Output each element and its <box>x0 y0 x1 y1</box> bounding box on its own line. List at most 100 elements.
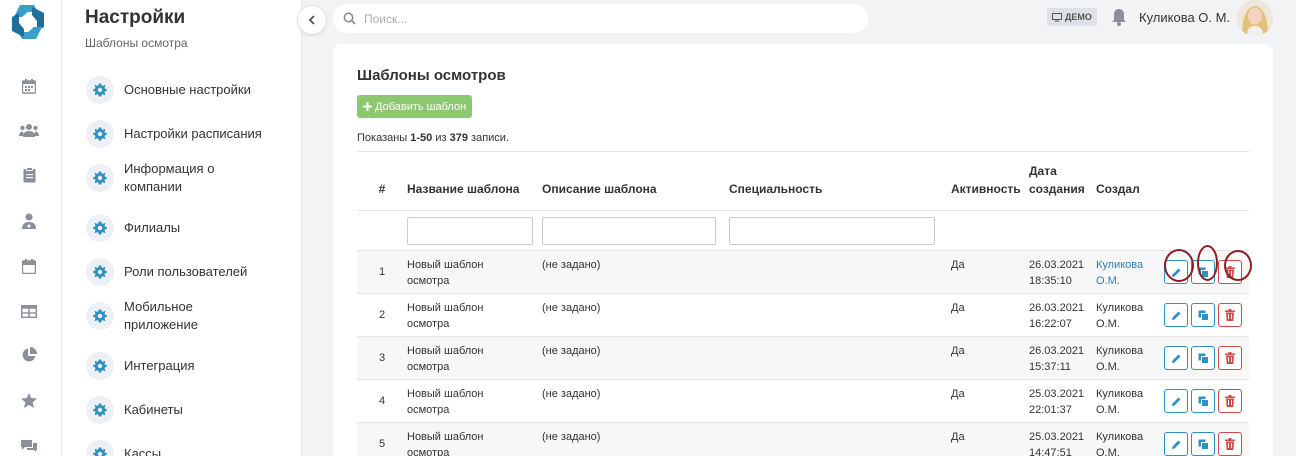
edit-button[interactable] <box>1164 260 1188 284</box>
column-header-active[interactable]: Активность <box>951 162 1029 211</box>
bell-icon[interactable] <box>1111 8 1127 29</box>
delete-button[interactable] <box>1218 346 1242 370</box>
filter-description-input[interactable] <box>542 216 716 245</box>
filter-cell-empty <box>951 210 1029 251</box>
pencil-icon <box>1171 268 1180 277</box>
filter-cell-empty <box>1164 210 1249 251</box>
trash-icon <box>1225 438 1235 450</box>
summary-suffix: записи. <box>467 132 510 144</box>
demo-label: ДЕМО <box>1065 12 1092 22</box>
user-name[interactable]: Куликова О. М. <box>1139 10 1230 25</box>
cell-active: Да <box>951 422 1029 456</box>
edit-button[interactable] <box>1164 389 1188 413</box>
cell-specialty <box>729 293 951 337</box>
pencil-icon <box>1171 311 1180 320</box>
chat-icon[interactable] <box>19 436 39 456</box>
filter-row <box>357 210 1249 251</box>
column-header-name[interactable]: Название шаблона <box>407 162 542 211</box>
cell-created: 26.03.2021 18:35:10 <box>1029 250 1096 294</box>
filter-name-input[interactable] <box>407 216 533 245</box>
filter-specialty-input[interactable] <box>729 216 936 245</box>
collapse-sidebar-button[interactable] <box>297 5 327 35</box>
sidebar-item[interactable]: Информация о компании <box>86 160 286 196</box>
clipboard-icon[interactable] <box>19 165 39 185</box>
calendar-icon[interactable] <box>19 76 39 96</box>
cell-specialty <box>729 250 951 294</box>
column-header-num[interactable]: # <box>357 162 407 211</box>
cell-specialty <box>729 422 951 456</box>
cell-created: 25.03.2021 22:01:37 <box>1029 379 1096 423</box>
cell-author: Куликова О.М. <box>1096 336 1164 380</box>
cell-actions <box>1164 250 1249 294</box>
gear-icon <box>86 120 114 148</box>
search-input[interactable] <box>364 11 844 26</box>
copy-button[interactable] <box>1191 303 1215 327</box>
sidebar-item[interactable]: Роли пользователей <box>86 258 286 286</box>
gear-icon <box>86 396 114 424</box>
cell-num: 2 <box>357 293 407 337</box>
table-row: 1 Новый шаблон осмотра (не задано) Да 26.03.… <box>357 250 1249 294</box>
column-header-created[interactable]: Дата создания <box>1029 162 1096 211</box>
app-logo-icon[interactable] <box>8 3 48 41</box>
cell-description: (не задано) <box>542 293 729 337</box>
sidebar-item[interactable]: Интеграция <box>86 352 286 380</box>
author-link: Куликова О.М. <box>1096 431 1144 456</box>
trash-icon <box>1225 266 1235 278</box>
table-row: 3 Новый шаблон осмотра (не задано) Да 26.03.… <box>357 336 1249 380</box>
cell-author: Куликова О.М. <box>1096 250 1164 294</box>
author-link[interactable]: Куликова О.М. <box>1096 259 1143 287</box>
sidebar-item[interactable]: Кабинеты <box>86 396 286 424</box>
pie-chart-icon[interactable] <box>19 345 39 365</box>
cell-description: (не задано) <box>542 250 729 294</box>
author-link: Куликова О.М. <box>1096 345 1144 373</box>
add-template-label: Добавить шаблон <box>375 100 467 113</box>
delete-button[interactable] <box>1218 389 1242 413</box>
edit-button[interactable] <box>1164 303 1188 327</box>
copy-button[interactable] <box>1191 260 1215 284</box>
copy-button[interactable] <box>1191 432 1215 456</box>
delete-button[interactable] <box>1218 303 1242 327</box>
cell-description: (не задано) <box>542 336 729 380</box>
sidebar-item[interactable]: Филиалы <box>86 214 286 242</box>
column-header-author[interactable]: Создал <box>1096 162 1164 211</box>
sidebar-item[interactable]: Кассы <box>86 440 286 456</box>
plus-icon <box>363 102 372 111</box>
sidebar-item-label: Мобильное приложение <box>124 299 198 332</box>
cell-time: 15:37:11 <box>1029 361 1072 373</box>
filter-cell-empty <box>1096 210 1164 251</box>
table-icon[interactable] <box>19 301 39 321</box>
gear-icon <box>86 440 114 456</box>
column-header-specialty[interactable]: Специальность <box>729 162 951 211</box>
delete-button[interactable] <box>1218 432 1242 456</box>
users-icon[interactable] <box>19 120 39 140</box>
edit-button[interactable] <box>1164 432 1188 456</box>
cell-description: (не задано) <box>542 379 729 423</box>
templates-table: # Название шаблона Описание шаблона Спец… <box>357 162 1249 456</box>
copy-button[interactable] <box>1191 346 1215 370</box>
edit-button[interactable] <box>1164 346 1188 370</box>
add-template-button[interactable]: Добавить шаблон <box>357 95 473 118</box>
copy-icon <box>1198 353 1209 364</box>
sidebar-item-label: Информация о компании <box>124 161 215 194</box>
cell-active: Да <box>951 293 1029 337</box>
schedule-icon[interactable] <box>19 256 39 276</box>
sidebar-item[interactable]: Настройки расписания <box>86 120 286 148</box>
star-icon[interactable] <box>19 390 39 410</box>
cell-name: Новый шаблон осмотра <box>407 379 542 423</box>
filter-cell-description <box>542 210 729 251</box>
sidebar-item[interactable]: Мобильное приложение <box>86 298 286 334</box>
doctor-icon[interactable] <box>19 211 39 231</box>
cell-specialty <box>729 379 951 423</box>
filter-cell-empty <box>357 210 407 251</box>
cell-name: Новый шаблон осмотра <box>407 422 542 456</box>
sidebar-item[interactable]: Основные настройки <box>86 76 286 104</box>
copy-button[interactable] <box>1191 389 1215 413</box>
cell-specialty <box>729 336 951 380</box>
pencil-icon <box>1171 397 1180 406</box>
icon-rail <box>0 0 62 456</box>
avatar[interactable] <box>1237 0 1273 36</box>
search-bar[interactable] <box>333 4 868 33</box>
cell-time: 14:47:51 <box>1029 447 1072 456</box>
delete-button[interactable] <box>1218 260 1242 284</box>
column-header-description[interactable]: Описание шаблона <box>542 162 729 211</box>
